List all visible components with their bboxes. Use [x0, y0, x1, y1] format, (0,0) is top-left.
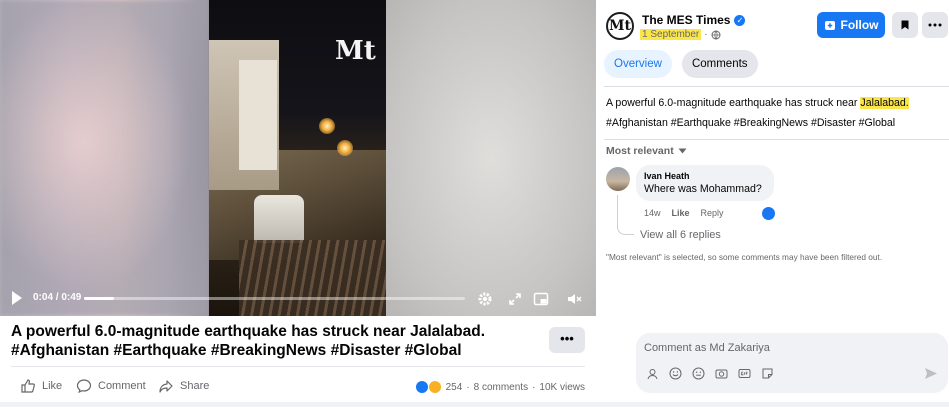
comment-author[interactable]: Ivan Heath [644, 171, 766, 181]
follow-button[interactable]: Follow [817, 12, 885, 38]
verified-badge-icon: ✓ [734, 14, 746, 26]
follow-page-icon [824, 21, 835, 30]
like-reaction-icon [414, 380, 429, 394]
sort-label: Most relevant [606, 145, 674, 157]
comment-like-reaction-icon [762, 207, 775, 220]
video-scene-streetlight [319, 118, 335, 134]
commenter-avatar[interactable] [606, 167, 630, 191]
gif-icon[interactable] [738, 367, 751, 380]
video-player[interactable]: Mt 0:04 / 0:49 [0, 0, 596, 316]
reply-thread-line [617, 195, 634, 235]
video-scene-building-front [239, 60, 277, 170]
tab-overview[interactable]: Overview [604, 50, 672, 78]
share-label: Share [180, 380, 210, 392]
video-timecode: 0:04 / 0:49 [33, 292, 82, 303]
bottom-strip [0, 402, 949, 407]
video-blur-background-left [0, 0, 209, 316]
settings-gear-icon[interactable] [477, 291, 493, 307]
emoji-smile-icon[interactable] [669, 367, 682, 380]
stats-separator: · [532, 381, 536, 393]
video-scene-car [254, 195, 304, 243]
comment-meta: 14w Like Reply [644, 208, 724, 218]
more-dots-icon [928, 23, 942, 27]
post-text-divider [604, 139, 949, 140]
sidebar-more-button[interactable] [922, 12, 948, 38]
follow-label: Follow [840, 18, 879, 32]
filter-note: "Most relevant" is selected, so some com… [606, 252, 883, 262]
sort-comments-dropdown[interactable]: Most relevant [606, 145, 687, 157]
comment-composer[interactable]: Comment as Md Zakariya [636, 333, 948, 393]
share-arrow-icon [159, 380, 173, 393]
post-text-highlight: Jalalabad. [860, 97, 909, 109]
comment-button[interactable]: Comment [76, 378, 146, 394]
page-avatar[interactable]: Mt [606, 12, 634, 40]
save-post-button[interactable] [892, 12, 918, 38]
view-count: 10K views [539, 381, 585, 393]
fullscreen-expand-icon[interactable] [507, 291, 523, 307]
bookmark-icon [901, 20, 909, 30]
sidebar-post-text: A powerful 6.0-magnitude earthquake has … [606, 93, 946, 133]
emoji-icon[interactable] [692, 367, 705, 380]
sad-reaction-icon [427, 380, 442, 394]
comments-sidebar: Mt The MES Times ✓ 1 September · Follow … [596, 0, 949, 407]
video-progress-fill [84, 297, 115, 300]
page-name-row: The MES Times ✓ [642, 13, 746, 27]
post-stats: 254 · 8 comments · 10K views [414, 380, 585, 394]
view-replies-link[interactable]: View all 6 replies [640, 229, 721, 241]
comment-text: Where was Mohammad? [644, 183, 762, 195]
comment-label: Comment [98, 380, 146, 392]
picture-in-picture-icon[interactable] [533, 291, 549, 307]
share-button[interactable]: Share [158, 378, 209, 394]
date-separator: · [704, 29, 708, 40]
watermark-logo: Mt [335, 36, 376, 66]
page-name-link[interactable]: The MES Times [642, 13, 730, 27]
sticker-icon[interactable] [761, 367, 774, 380]
play-icon[interactable] [12, 291, 22, 305]
thumbs-up-icon [21, 379, 35, 393]
video-frame[interactable]: Mt [209, 0, 386, 316]
comment-reply-button[interactable]: Reply [701, 208, 724, 218]
avatar-sticker-icon[interactable] [646, 367, 659, 380]
like-label: Like [42, 380, 63, 392]
video-progress-bar[interactable] [84, 297, 465, 300]
send-icon[interactable] [924, 367, 938, 380]
camera-icon[interactable] [715, 367, 728, 380]
video-blur-background-right [386, 0, 596, 316]
volume-muted-icon[interactable] [566, 291, 582, 307]
like-button[interactable]: Like [20, 378, 62, 394]
video-controls: 0:04 / 0:49 [0, 282, 596, 316]
comment-count[interactable]: 8 comments [474, 382, 528, 393]
stats-separator: · [466, 381, 470, 393]
globe-icon [711, 30, 721, 39]
comment-age[interactable]: 14w [644, 208, 661, 218]
comment-input-placeholder[interactable]: Comment as Md Zakariya [644, 342, 770, 354]
post-panel: Mt 0:04 / 0:49 A powerful 6.0-magnitude … [0, 0, 596, 407]
more-options-button[interactable]: ••• [549, 327, 585, 353]
reaction-count[interactable]: 254 [446, 382, 463, 393]
post-hashtags[interactable]: #Afghanistan #Earthquake #BreakingNews #… [606, 113, 946, 133]
chevron-down-icon [678, 148, 687, 154]
composer-tools [646, 367, 774, 380]
post-date-row: 1 September · [640, 29, 721, 40]
post-date[interactable]: 1 September [640, 29, 702, 40]
video-scene-streetlight [337, 140, 353, 156]
tab-comments[interactable]: Comments [681, 50, 758, 78]
action-bar-divider [11, 366, 585, 367]
comment-like-button[interactable]: Like [672, 208, 690, 218]
comment-bubble-icon [76, 379, 92, 394]
tabs-divider [604, 86, 949, 87]
post-text-body: A powerful 6.0-magnitude earthquake has … [606, 97, 861, 109]
post-action-bar: Like Comment Share 254 · 8 comments · 10… [0, 374, 596, 398]
comment-bubble: Ivan Heath Where was Mohammad? [636, 165, 774, 201]
post-caption: A powerful 6.0-magnitude earthquake has … [11, 323, 486, 359]
sidebar-tabs: Overview Comments [604, 50, 758, 78]
